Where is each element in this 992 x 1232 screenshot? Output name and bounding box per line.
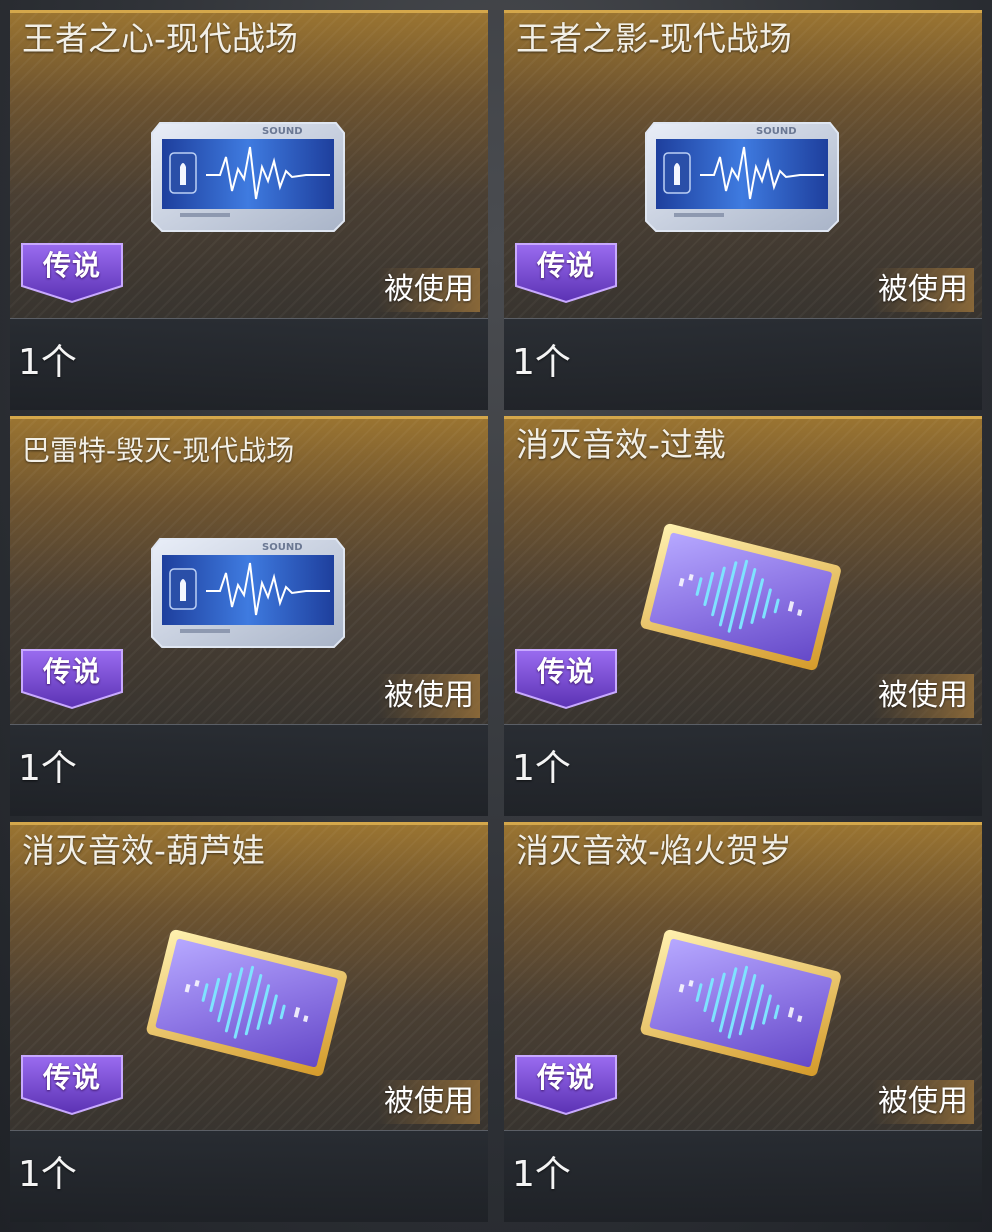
rarity-badge: 传说 [18,648,126,710]
item-title: 王者之影-现代战场 [516,19,792,58]
item-count: 1个 [18,748,77,789]
rarity-label: 传说 [536,655,595,688]
item-card[interactable]: 王者之影-现代战场 SOUND 传说 被使用 1个 [504,10,982,410]
item-card[interactable]: 王者之心-现代战场 SOUND 传说 被使用 1个 [10,10,488,410]
item-title: 消灭音效-过载 [516,425,726,464]
in-use-tag: 被使用 [872,674,974,718]
rarity-label: 传说 [536,249,595,282]
rarity-label: 传说 [42,249,101,282]
rarity-label: 传说 [42,1061,101,1094]
rarity-badge: 传说 [18,242,126,304]
sound-label: SOUND [262,542,303,553]
item-count: 1个 [18,1154,77,1195]
item-card[interactable]: 消灭音效-过载 传说 被使用 1个 [504,416,982,816]
in-use-tag: 被使用 [378,674,480,718]
rarity-label: 传说 [536,1061,595,1094]
item-count: 1个 [512,1154,571,1195]
item-card-footer: 1个 [504,724,982,816]
sound-card-icon: SOUND [151,538,345,648]
item-card[interactable]: 消灭音效-葫芦娃 传说 被使用 1个 [10,822,488,1222]
item-title: 王者之心-现代战场 [22,19,298,58]
in-use-tag: 被使用 [872,1080,974,1124]
item-card-footer: 1个 [504,318,982,410]
in-use-tag: 被使用 [378,1080,480,1124]
item-count: 1个 [512,342,571,383]
item-card[interactable]: 巴雷特-毁灭-现代战场 SOUND 传说 被使用 1个 [10,416,488,816]
item-card-footer: 1个 [10,1130,488,1222]
sound-label: SOUND [262,126,303,137]
sound-label: SOUND [756,126,797,137]
item-card-footer: 1个 [10,724,488,816]
item-title: 消灭音效-焰火贺岁 [516,831,792,870]
sound-card-icon: SOUND [645,122,839,232]
kill-sound-card-icon [146,929,347,1077]
rarity-badge: 传说 [512,1054,620,1116]
rarity-label: 传说 [42,655,101,688]
inventory-page: 王者之心-现代战场 SOUND 传说 被使用 1个 王者之影-现代战场 SOUN… [0,0,992,1232]
kill-sound-card-icon [640,523,841,671]
item-card-footer: 1个 [504,1130,982,1222]
kill-sound-card-icon [640,929,841,1077]
rarity-badge: 传说 [512,648,620,710]
sound-card-icon: SOUND [151,122,345,232]
item-count: 1个 [512,748,571,789]
in-use-tag: 被使用 [872,268,974,312]
item-card-footer: 1个 [10,318,488,410]
item-grid: 王者之心-现代战场 SOUND 传说 被使用 1个 王者之影-现代战场 SOUN… [10,10,982,1232]
item-card[interactable]: 消灭音效-焰火贺岁 传说 被使用 1个 [504,822,982,1222]
item-title: 消灭音效-葫芦娃 [22,831,265,870]
item-count: 1个 [18,342,77,383]
rarity-badge: 传说 [18,1054,126,1116]
in-use-tag: 被使用 [378,268,480,312]
rarity-badge: 传说 [512,242,620,304]
item-title: 巴雷特-毁灭-现代战场 [22,434,295,467]
